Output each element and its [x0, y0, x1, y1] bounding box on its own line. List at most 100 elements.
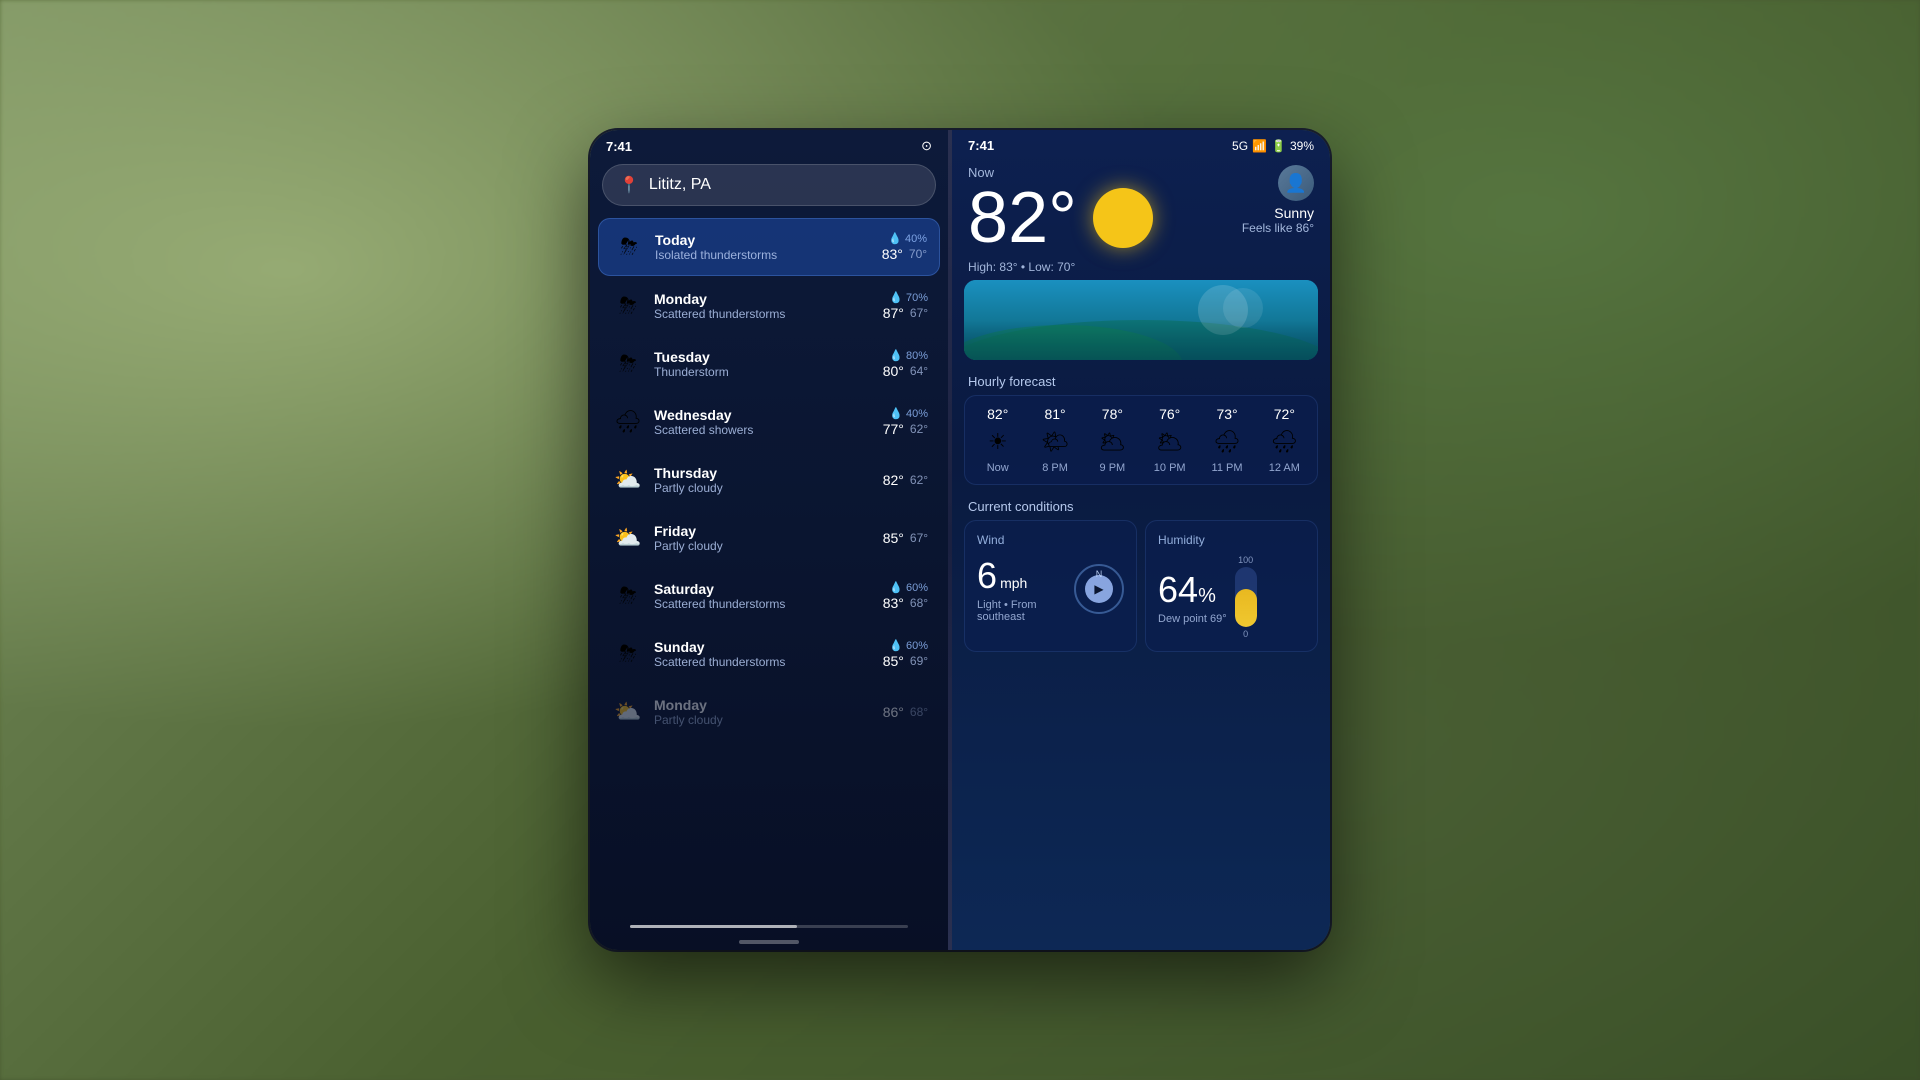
forecast-item-monday[interactable]: ⛈ Monday Scattered thunderstorms 💧 70% 8… — [598, 278, 940, 334]
day-info: Thursday Partly cloudy — [654, 465, 883, 495]
humidity-percent-sign: % — [1198, 585, 1216, 608]
high-temp: 80° — [883, 363, 904, 379]
day-name: Tuesday — [654, 349, 883, 365]
condition-desc: Scattered thunderstorms — [654, 597, 883, 611]
temps: 86° 68° — [883, 704, 928, 720]
location-search-bar[interactable]: 📍 Lititz, PA — [602, 164, 936, 206]
day-name: Friday — [654, 523, 883, 539]
left-status-bar: 7:41 ⊙ — [590, 130, 948, 158]
precip-value: 60% — [906, 582, 928, 594]
weather-icon: ⛈ — [611, 229, 647, 265]
precip-info: 💧 70% — [889, 291, 928, 304]
wind-description: Light • From southeast — [977, 599, 1066, 623]
hourly-icon-2: 🌥 — [1098, 428, 1126, 456]
high-temp: 86° — [883, 704, 904, 720]
bottom-bar — [590, 934, 948, 950]
condition-desc: Thunderstorm — [654, 365, 883, 379]
precip-value: 70% — [906, 292, 928, 304]
day-name: Thursday — [654, 465, 883, 481]
forecast-item-tuesday[interactable]: ⛈ Tuesday Thunderstorm 💧 80% 80° 64° — [598, 336, 940, 392]
phone-device: 7:41 ⊙ 📍 Lititz, PA ⛈ Today Isolated thu… — [590, 130, 1330, 950]
forecast-item-monday[interactable]: ⛅ Monday Partly cloudy 86° 68° — [598, 684, 940, 740]
wind-speed-num: 6 — [977, 555, 997, 597]
user-avatar: 👤 — [1278, 165, 1314, 201]
hourly-icon-4: 🌧 — [1213, 428, 1241, 456]
humidity-card: Humidity 64 % Dew point 69° 100 — [1145, 520, 1318, 652]
bottom-indicator — [739, 940, 799, 944]
humidity-info: 64 % Dew point 69° — [1158, 569, 1227, 625]
signal-text: 5G — [1232, 139, 1248, 153]
forecast-item-thursday[interactable]: ⛅ Thursday Partly cloudy 82° 62° — [598, 452, 940, 508]
condition-desc: Scattered showers — [654, 423, 883, 437]
hourly-temp-5: 72° — [1274, 406, 1295, 422]
low-temp: 70° — [909, 247, 927, 261]
compass-play-button[interactable]: ▶ — [1085, 575, 1113, 603]
forecast-item-sunday[interactable]: ⛈ Sunday Scattered thunderstorms 💧 60% 8… — [598, 626, 940, 682]
left-time: 7:41 — [606, 139, 632, 154]
high-temp: 83° — [999, 260, 1017, 274]
temps: 💧 60% 85° 69° — [883, 639, 928, 669]
day-info: Monday Partly cloudy — [654, 697, 883, 727]
left-network-icon: ⊙ — [921, 138, 932, 154]
raindrop-icon: 💧 — [889, 639, 903, 652]
weather-icon: ⛅ — [610, 520, 646, 556]
weather-icon: 🌧 — [610, 404, 646, 440]
sun-icon — [1093, 188, 1153, 248]
hourly-temp-4: 73° — [1216, 406, 1237, 422]
precip-value: 80% — [906, 350, 928, 362]
hourly-time-2: 9 PM — [1100, 462, 1126, 474]
wind-card-inner: 6 mph Light • From southeast N ▶ — [977, 555, 1124, 623]
high-temp: 77° — [883, 421, 904, 437]
forecast-item-friday[interactable]: ⛅ Friday Partly cloudy 85° 67° — [598, 510, 940, 566]
raindrop-icon: 💧 — [889, 581, 903, 594]
hourly-item-5: 72° 🌧 12 AM — [1256, 406, 1313, 474]
right-status-icons: 5G 📶 🔋 39% — [1232, 139, 1314, 153]
precip-info: 💧 40% — [889, 407, 928, 420]
condition-desc: Partly cloudy — [654, 713, 883, 727]
right-status-bar: 7:41 5G 📶 🔋 39% — [952, 130, 1330, 157]
hourly-item-2: 78° 🌥 9 PM — [1084, 406, 1141, 474]
weather-icon: ⛅ — [610, 694, 646, 730]
conditions-row: Wind 6 mph Light • From southeast N ▶ — [964, 520, 1318, 652]
compass-north-label: N — [1096, 569, 1103, 579]
signal-icon: 📶 — [1252, 139, 1267, 153]
hourly-icon-5: 🌧 — [1270, 428, 1298, 456]
wind-compass[interactable]: N ▶ — [1074, 564, 1124, 614]
forecast-item-wednesday[interactable]: 🌧 Wednesday Scattered showers 💧 40% 77° … — [598, 394, 940, 450]
location-text: Lititz, PA — [649, 176, 711, 194]
condition-text: Sunny — [1242, 205, 1314, 221]
hourly-time-5: 12 AM — [1269, 462, 1300, 474]
humidity-bar-container: 100 0 — [1235, 555, 1257, 639]
low-temp: 62° — [910, 422, 928, 436]
low-temp: 68° — [910, 705, 928, 719]
left-panel: 7:41 ⊙ 📍 Lititz, PA ⛈ Today Isolated thu… — [590, 130, 948, 950]
raindrop-icon: 💧 — [889, 349, 903, 362]
battery-text: 39% — [1290, 139, 1314, 153]
hourly-icon-0: ☀ — [988, 428, 1008, 456]
low-temp: 62° — [910, 473, 928, 487]
now-section: Now 👤 Sunny Feels like 86° 82° — [952, 157, 1330, 258]
hourly-icon-1: 🌤 — [1041, 428, 1069, 456]
condition-desc: Isolated thunderstorms — [655, 248, 882, 262]
high-temp: 82° — [883, 472, 904, 488]
wind-info: 6 mph Light • From southeast — [977, 555, 1066, 623]
day-info: Sunday Scattered thunderstorms — [654, 639, 883, 669]
day-info: Today Isolated thunderstorms — [655, 232, 882, 262]
day-info: Saturday Scattered thunderstorms — [654, 581, 883, 611]
feels-like-text: Feels like 86° — [1242, 221, 1314, 235]
temps: 85° 67° — [883, 530, 928, 546]
humidity-big: 64 % — [1158, 569, 1227, 611]
hourly-temp-0: 82° — [987, 406, 1008, 422]
right-time: 7:41 — [968, 138, 994, 153]
wind-title: Wind — [977, 533, 1124, 547]
precip-value: 40% — [905, 233, 927, 245]
battery-icon: 🔋 — [1271, 139, 1286, 153]
landscape-image — [964, 280, 1318, 360]
hourly-item-3: 76° 🌥 10 PM — [1141, 406, 1198, 474]
temps: 💧 40% 77° 62° — [883, 407, 928, 437]
day-info: Tuesday Thunderstorm — [654, 349, 883, 379]
forecast-list: ⛈ Today Isolated thunderstorms 💧 40% 83°… — [590, 216, 948, 919]
forecast-item-saturday[interactable]: ⛈ Saturday Scattered thunderstorms 💧 60%… — [598, 568, 940, 624]
forecast-item-today[interactable]: ⛈ Today Isolated thunderstorms 💧 40% 83°… — [598, 218, 940, 276]
raindrop-icon: 💧 — [889, 407, 903, 420]
